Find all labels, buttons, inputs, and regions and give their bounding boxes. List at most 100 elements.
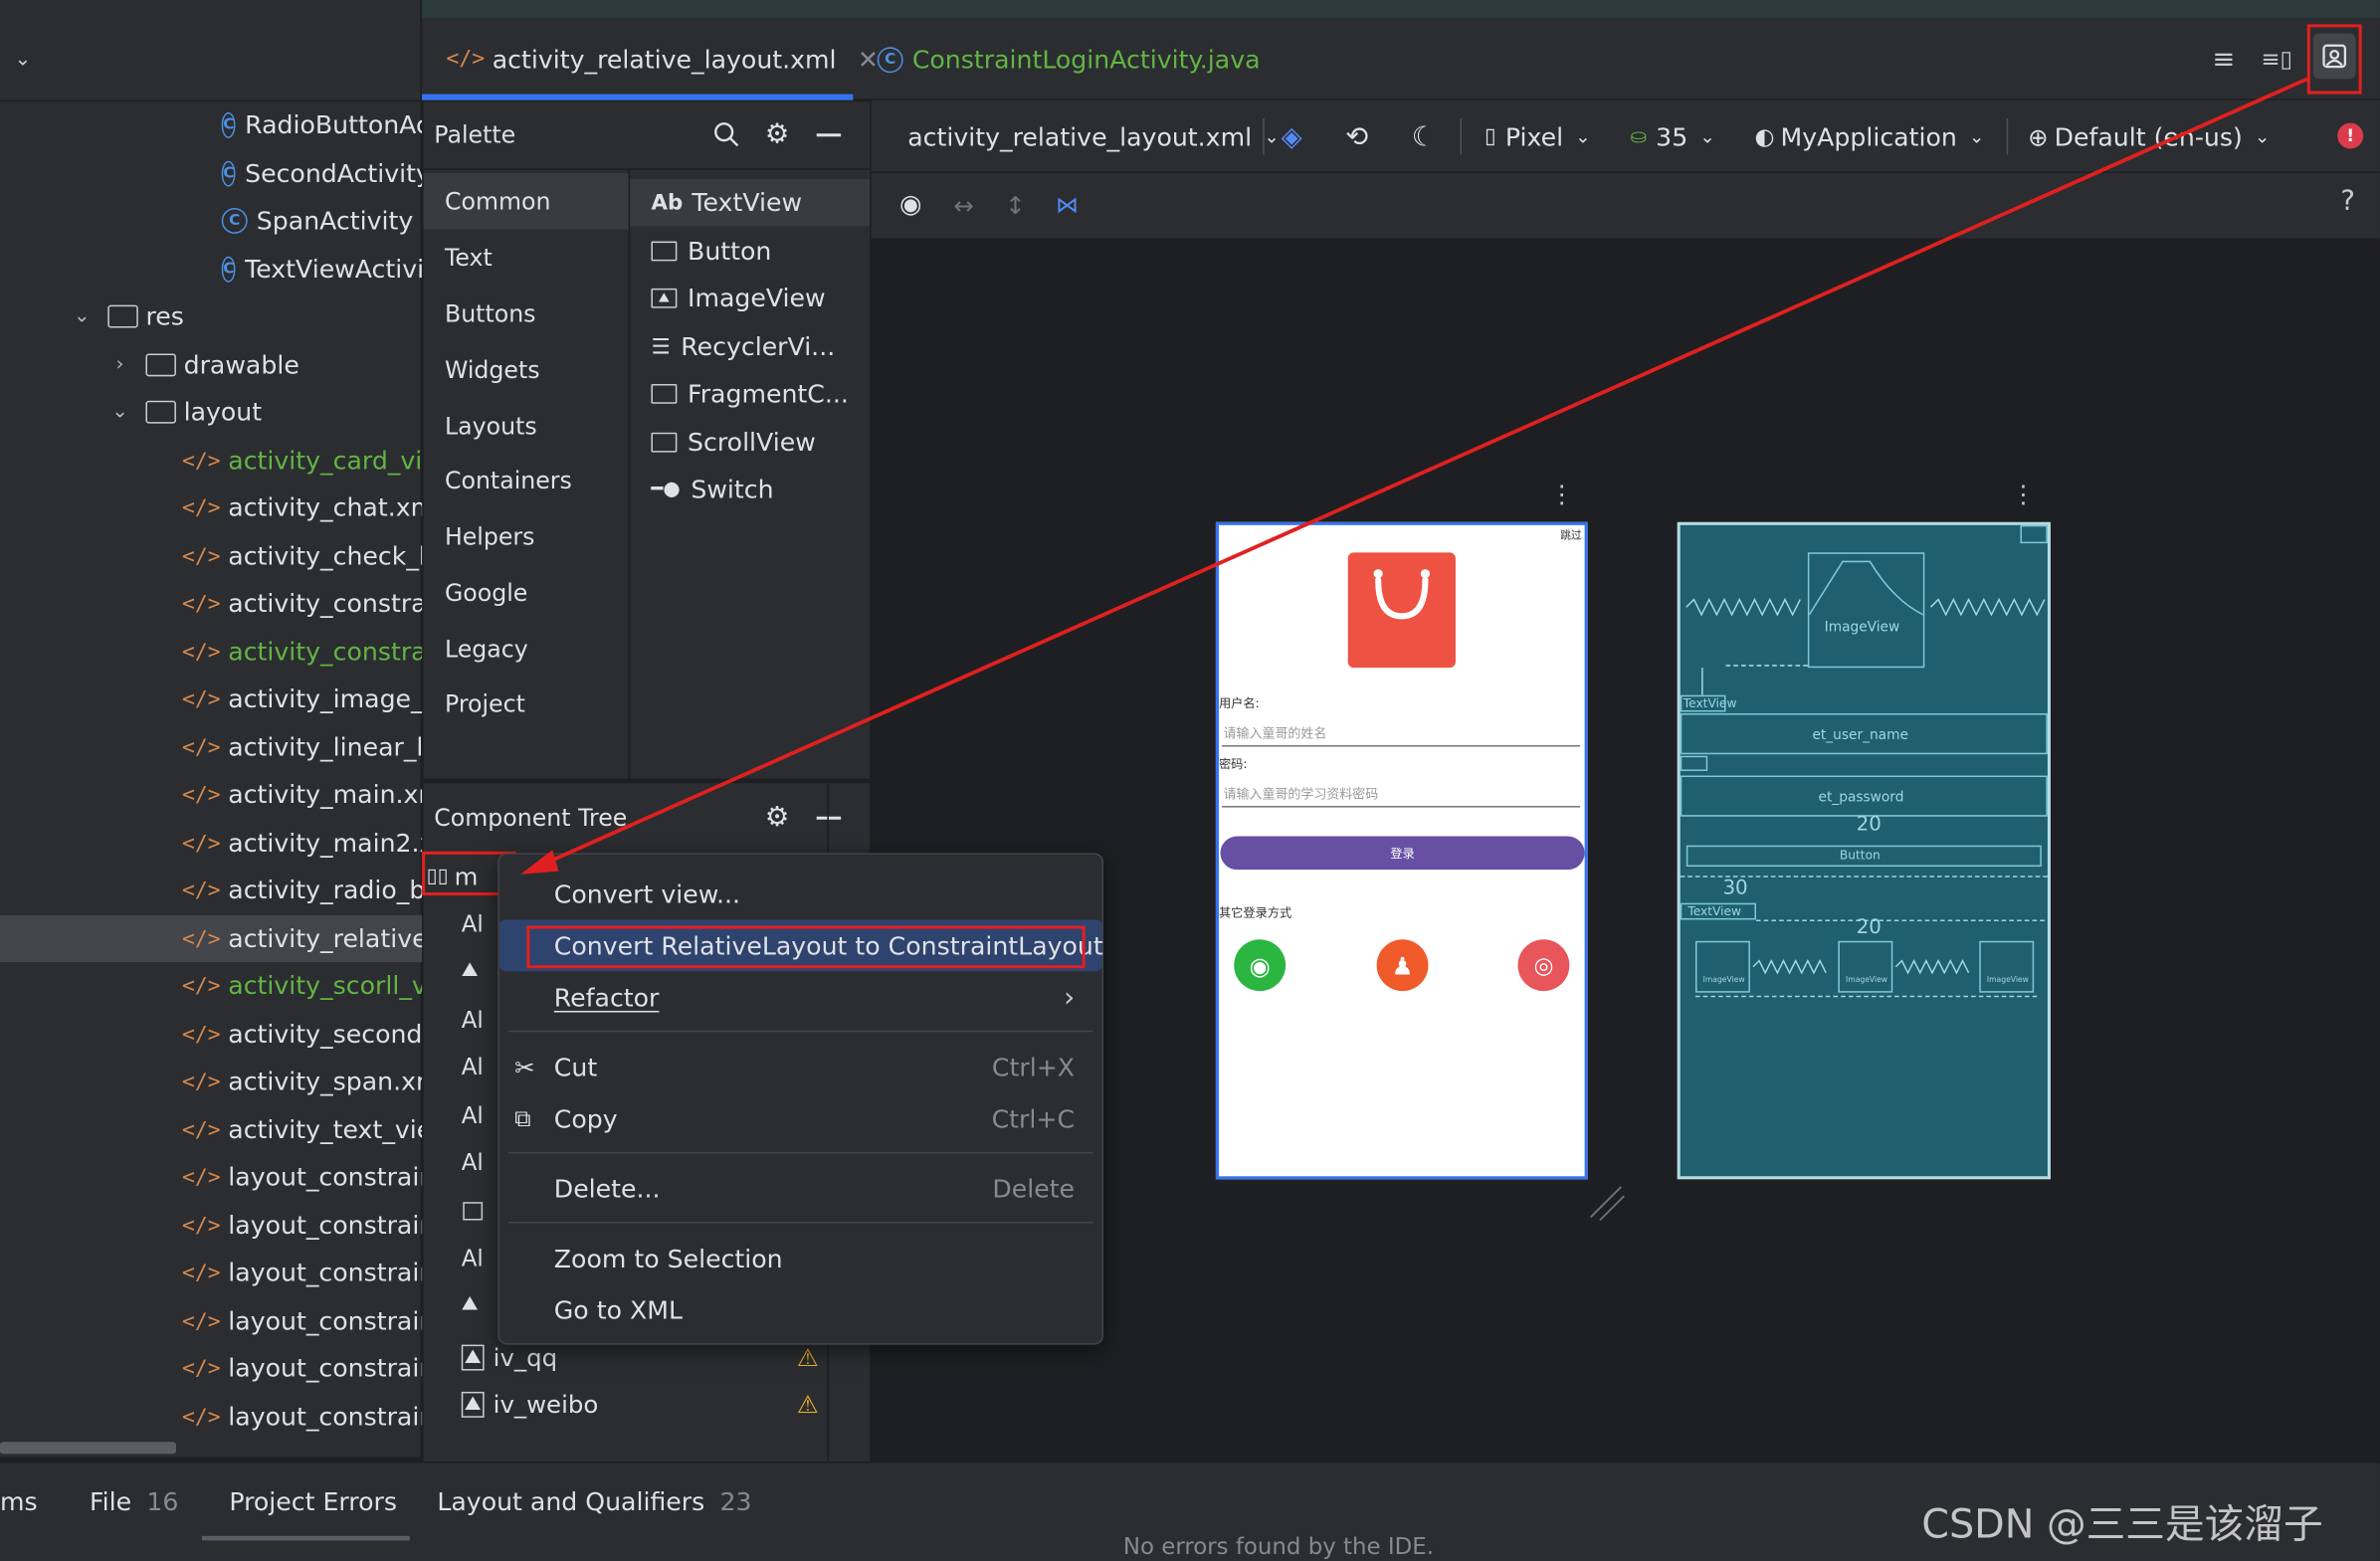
gear-icon[interactable]: ⚙ bbox=[760, 116, 794, 150]
horizontal-scrollbar[interactable] bbox=[0, 1442, 176, 1455]
menu-item-refactor[interactable]: Refactor › bbox=[499, 971, 1102, 1023]
tree-item-res[interactable]: ⌄ res bbox=[0, 293, 422, 339]
image-icon[interactable]: ⛰ bbox=[462, 959, 479, 982]
code-view-icon[interactable]: ≡ bbox=[2207, 40, 2241, 80]
component-row[interactable]: Al bbox=[462, 1245, 484, 1271]
device-dropdown[interactable]: ▯ Pixel ⌄ bbox=[1485, 100, 1591, 173]
tree-item-xml[interactable]: </> layout_constraint_ bbox=[0, 1393, 422, 1440]
split-view-icon[interactable]: ≡▯ bbox=[2259, 40, 2295, 80]
component-row[interactable]: Al bbox=[462, 1149, 484, 1176]
tree-item-layout[interactable]: ⌄ layout bbox=[0, 389, 422, 436]
bottom-tab-problems[interactable]: ms bbox=[0, 1487, 38, 1516]
password-input[interactable]: 请输入童哥的学习资料密码 bbox=[1224, 785, 1379, 803]
eye-icon[interactable]: ◉ bbox=[892, 188, 929, 222]
palette-widget-imageview[interactable]: ⛰ ImageView bbox=[651, 275, 871, 321]
palette-widget-fragment[interactable]: FragmentC... bbox=[651, 370, 871, 417]
tree-item-xml[interactable]: </> activity_radio_button.xml bbox=[0, 867, 422, 913]
tree-item-xml-selected[interactable]: </> activity_relative_layout.xml bbox=[0, 914, 423, 963]
component-row-iv-weibo[interactable]: ⛰ iv_weibo bbox=[461, 1386, 598, 1423]
menu-item-cut[interactable]: ✂ Cut Ctrl+X bbox=[499, 1041, 1102, 1092]
theme-dropdown[interactable]: ◐ MyApplication ⌄ bbox=[1754, 100, 1984, 173]
tree-item-xml[interactable]: </> activity_span.xml bbox=[0, 1058, 422, 1104]
tree-item-xml[interactable]: </> activity_check_box.xml bbox=[0, 532, 422, 579]
tree-item-class[interactable]: C SecondActivity bbox=[0, 150, 422, 197]
tree-item-xml[interactable]: </> activity_scorll_view.xml bbox=[0, 962, 422, 1009]
warning-icon[interactable]: ⚠ bbox=[797, 1343, 819, 1372]
tree-item-xml[interactable]: </> activity_second.xml bbox=[0, 1011, 422, 1058]
tree-item-xml[interactable]: </> activity_linear_layout.xml bbox=[0, 724, 422, 771]
horizontal-resize-icon[interactable]: ↔ bbox=[947, 188, 981, 222]
palette-category[interactable]: Common bbox=[423, 172, 629, 230]
tree-item-xml[interactable]: </> activity_text_view.xml bbox=[0, 1106, 422, 1153]
warning-icon[interactable]: ⚠ bbox=[797, 1390, 819, 1419]
component-row[interactable]: Al bbox=[462, 910, 484, 937]
image-icon[interactable]: ⛰ bbox=[462, 1293, 479, 1316]
gear-icon[interactable]: ⚙ bbox=[760, 800, 794, 834]
palette-category[interactable]: Layouts bbox=[424, 398, 629, 454]
menu-item-convert-view[interactable]: Convert view... bbox=[499, 869, 1102, 920]
tab-constraint-login-activity[interactable]: C ConstraintLoginActivity.java bbox=[877, 18, 1261, 99]
palette-category[interactable]: Helpers bbox=[424, 508, 629, 564]
tree-item-xml[interactable]: </> activity_card_view.xml bbox=[0, 437, 422, 484]
palette-widget-switch[interactable]: ━● Switch bbox=[651, 466, 871, 512]
tree-item-xml[interactable]: </> layout_constraint_ bbox=[0, 1345, 422, 1392]
tree-item-drawable[interactable]: › drawable bbox=[0, 341, 422, 388]
tree-item-class[interactable]: C SpanActivity bbox=[0, 197, 422, 244]
file-dropdown[interactable]: activity_relative_layout.xml ⌄ bbox=[907, 100, 1279, 173]
bottom-tab-file[interactable]: File 16 bbox=[90, 1487, 178, 1516]
username-input[interactable]: 请输入童哥的姓名 bbox=[1224, 724, 1327, 742]
tree-item-xml[interactable]: </> layout_constraint_ bbox=[0, 1153, 422, 1200]
tree-item-xml[interactable]: </> activity_constraint_login.xml bbox=[0, 629, 422, 676]
tree-item-xml[interactable]: </> layout_constraint_ bbox=[0, 1297, 422, 1344]
tree-item-xml[interactable]: </> layout_constraint_ bbox=[0, 1249, 422, 1295]
palette-category[interactable]: Buttons bbox=[424, 286, 629, 341]
palette-category[interactable]: Google bbox=[424, 564, 629, 620]
close-icon[interactable]: ✕ bbox=[858, 45, 879, 74]
layers-icon[interactable]: ◈ bbox=[1275, 100, 1308, 173]
palette-category[interactable]: Containers bbox=[424, 453, 629, 508]
qq-icon[interactable]: ♟ bbox=[1376, 939, 1429, 992]
minimize-icon[interactable] bbox=[816, 133, 842, 136]
tree-item-xml[interactable]: </> activity_image_view.xml bbox=[0, 676, 422, 722]
night-mode-icon[interactable]: ☾ bbox=[1406, 100, 1443, 173]
palette-category[interactable]: Legacy bbox=[424, 621, 629, 677]
palette-category[interactable]: Text bbox=[424, 229, 629, 285]
locale-dropdown[interactable]: ⊕ Default (en-us) ⌄ bbox=[2028, 100, 2270, 173]
help-icon[interactable]: ? bbox=[2340, 185, 2355, 217]
tree-item-xml[interactable]: </> layout_constraint_ bbox=[0, 1202, 422, 1249]
tree-item-class[interactable]: C RadioButtonActivity bbox=[0, 101, 422, 148]
api-dropdown[interactable]: ⛀ 35 ⌄ bbox=[1630, 100, 1714, 173]
vertical-resize-icon[interactable]: ↕ bbox=[999, 188, 1033, 222]
more-options-icon[interactable]: ⋮ bbox=[1550, 480, 1574, 508]
more-options-icon[interactable]: ⋮ bbox=[2011, 480, 2035, 508]
component-row[interactable]: Al bbox=[462, 1006, 484, 1033]
chevron-right-icon[interactable]: › bbox=[106, 353, 133, 376]
tree-item-xml[interactable]: </> activity_main.xml bbox=[0, 771, 422, 818]
resize-handle-icon[interactable] bbox=[1588, 1184, 1628, 1224]
palette-widget-scrollview[interactable]: ScrollView bbox=[651, 419, 871, 466]
tree-item-class[interactable]: C TextViewActivity bbox=[0, 246, 422, 293]
bottom-tab-project-errors[interactable]: Project Errors bbox=[229, 1487, 397, 1516]
menu-item-zoom-to-selection[interactable]: Zoom to Selection bbox=[499, 1233, 1102, 1284]
bottom-tab-layout-qualifiers[interactable]: Layout and Qualifiers 23 bbox=[437, 1487, 751, 1516]
component-row[interactable]: Al bbox=[462, 1054, 484, 1080]
palette-widget-recyclerview[interactable]: ☰ RecyclerVi... bbox=[651, 323, 871, 370]
magnet-icon[interactable]: ⋈ bbox=[1051, 188, 1085, 222]
tree-item-xml[interactable]: </> activity_constraint.xml bbox=[0, 580, 422, 627]
blueprint-preview[interactable]: ImageView TextView et_user_name et_passw… bbox=[1677, 521, 2051, 1180]
error-icon[interactable]: ! bbox=[2337, 122, 2364, 149]
phone-preview[interactable]: 跳过 用户名: 请输入童哥的姓名 密码: 请输入童哥的学习资料密码 登录 其它登… bbox=[1215, 521, 1588, 1180]
wechat-icon[interactable]: ◉ bbox=[1234, 939, 1287, 992]
palette-widget-textview[interactable]: Ab TextView bbox=[630, 179, 871, 227]
button-icon[interactable] bbox=[463, 1202, 484, 1221]
tree-item-xml[interactable]: </> activity_main2.xml bbox=[0, 820, 422, 867]
palette-category[interactable]: Widgets bbox=[424, 341, 629, 397]
tab-activity-relative-layout[interactable]: </> activity_relative_layout.xml ✕ bbox=[446, 18, 879, 99]
palette-category[interactable]: Project bbox=[424, 676, 629, 731]
menu-item-delete[interactable]: Delete... Delete bbox=[499, 1163, 1102, 1215]
palette-widget-button[interactable]: Button bbox=[651, 228, 871, 275]
chevron-down-icon[interactable]: ⌄ bbox=[106, 401, 133, 424]
chevron-down-icon[interactable]: ⌄ bbox=[9, 43, 36, 77]
menu-item-copy[interactable]: ⧉ Copy Ctrl+C bbox=[499, 1092, 1102, 1144]
weibo-icon[interactable]: ◎ bbox=[1517, 939, 1570, 992]
